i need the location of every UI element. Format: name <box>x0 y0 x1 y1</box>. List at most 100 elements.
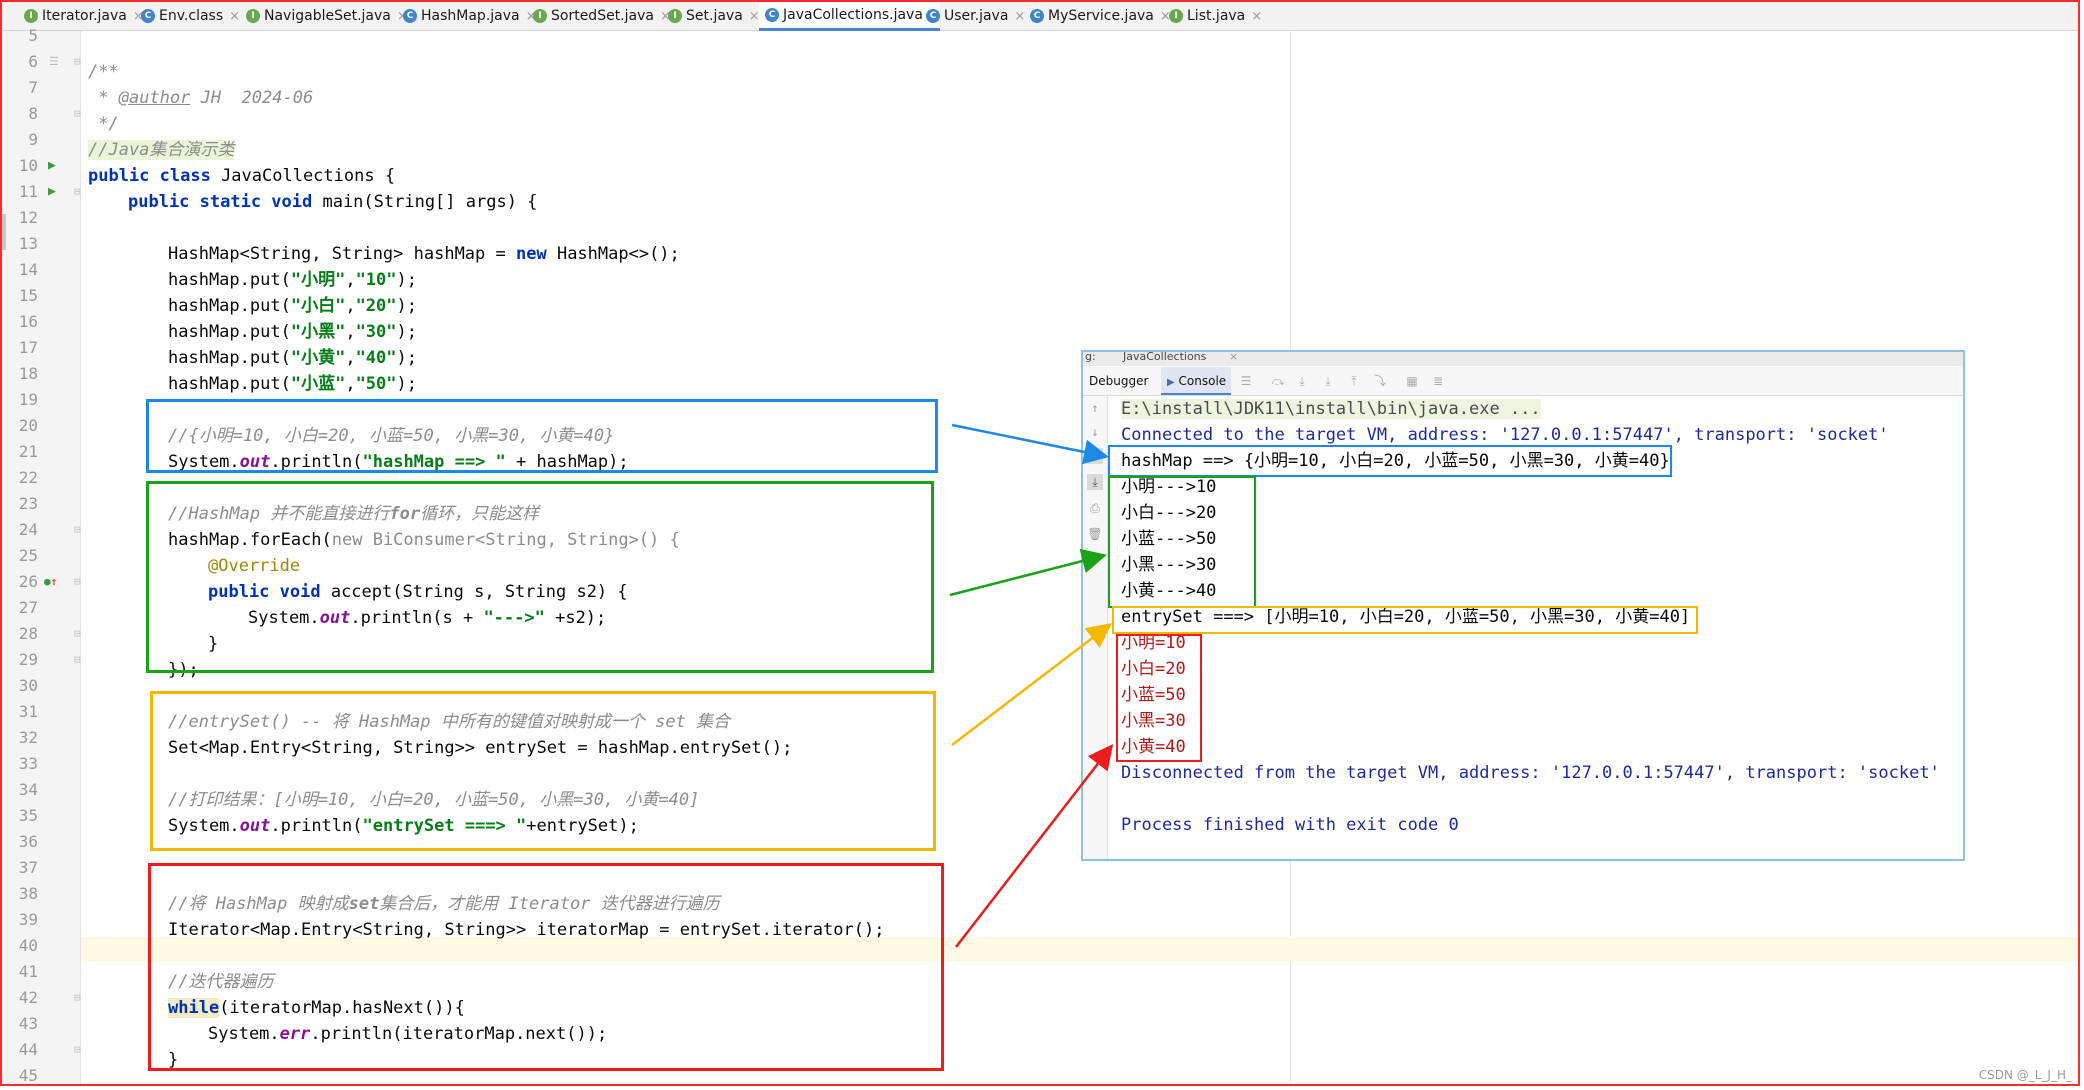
line-number: 31 <box>18 702 38 721</box>
code-text: , <box>345 322 356 342</box>
string-literal: "小黄" <box>290 348 346 368</box>
tab-label: SortedSet.java <box>551 8 654 24</box>
tab-label: Iterator.java <box>42 8 127 24</box>
fold-icon[interactable]: ⊟ <box>74 49 81 75</box>
print-icon[interactable]: ⎙ <box>1087 500 1103 516</box>
yellow-output-box <box>1112 606 1698 634</box>
evaluate-icon[interactable]: ▦ <box>1405 374 1419 388</box>
line-number: 9 <box>28 130 38 149</box>
code-line[interactable]: HashMap<String, String> hashMap = new Ha… <box>168 241 680 267</box>
up-arrow-icon[interactable]: ↑ <box>1087 400 1103 416</box>
line-number: 26 <box>18 572 38 591</box>
code-line[interactable]: //Java集合演示类 <box>88 137 235 163</box>
step-into-icon[interactable]: ⤓ <box>1295 374 1309 388</box>
code-line[interactable]: public class JavaCollections { <box>88 163 395 189</box>
code-text: hashMap.put( <box>168 322 291 342</box>
tab-console-label: Console <box>1178 374 1227 388</box>
line-number: 21 <box>18 442 38 461</box>
tab-navigableset-java[interactable]: INavigableSet.java× <box>240 2 408 30</box>
interface-icon: I <box>668 9 682 23</box>
line-number: 19 <box>18 390 38 409</box>
tab-set-java[interactable]: I Set.java × <box>662 2 760 30</box>
line-number: 27 <box>18 598 38 617</box>
code-line[interactable]: /** <box>88 59 119 85</box>
debug-tabs: Debugger ▶ Console ☰ ⤼ ⤓ ⤓ ⤒ ⤵ ▦ ≣ <box>1083 367 1963 396</box>
run-class-icon[interactable]: ▶ <box>48 153 56 179</box>
tab-debugger[interactable]: Debugger <box>1089 367 1149 395</box>
close-icon[interactable]: × <box>1251 9 1262 24</box>
code-line[interactable]: public static void main(String[] args) { <box>128 189 537 215</box>
run-command: E:\install\JDK11\install\bin\java.exe ..… <box>1121 399 1541 419</box>
code-line[interactable]: hashMap.put("小白","20"); <box>168 293 417 319</box>
code-line[interactable]: hashMap.put("小黑","30"); <box>168 319 417 345</box>
string-literal: "小黑" <box>290 322 346 342</box>
line-number: 43 <box>18 1014 38 1033</box>
string-literal: "50" <box>355 374 397 394</box>
line-number: 14 <box>18 260 38 279</box>
editor-tab-bar: I Iterator.java × C Env.class × I NavigableSet.… <box>2 2 2080 31</box>
blue-output-box <box>1108 445 1672 477</box>
fold-icon[interactable]: ⊟ <box>74 101 81 127</box>
tab-sortedset-java[interactable]: I SortedSet.java × <box>527 2 671 30</box>
code-text: ); <box>396 374 417 394</box>
line-number: 38 <box>18 884 38 903</box>
line-number: 23 <box>18 494 38 513</box>
doc-comment: JH 2024-06 <box>190 88 314 108</box>
code-text: ); <box>396 348 417 368</box>
author-tag: @author <box>118 88 191 108</box>
tab-console[interactable]: ▶ Console <box>1161 367 1231 395</box>
code-line[interactable]: * @author JH 2024-06 <box>88 85 313 111</box>
step-over-icon[interactable]: ⤼ <box>1271 374 1285 388</box>
tab-list-java[interactable]: I List.java × <box>1163 2 1262 30</box>
code-line[interactable]: hashMap.put("小明","10"); <box>168 267 417 293</box>
fold-icon[interactable]: ⊟ <box>74 985 81 1011</box>
soft-wrap-icon[interactable]: ⏎ <box>1087 448 1103 464</box>
force-step-into-icon[interactable]: ⤓ <box>1321 374 1335 388</box>
line-number: 44 <box>18 1040 38 1059</box>
line-number: 8 <box>28 104 38 123</box>
string-literal: "小蓝" <box>290 374 346 394</box>
code-text: hashMap.put( <box>168 374 291 394</box>
menu-icon[interactable]: ☰ <box>1239 374 1253 388</box>
run-main-icon[interactable]: ▶ <box>48 179 56 205</box>
method-declaration: main(String[] args) { <box>312 192 538 212</box>
down-arrow-icon[interactable]: ↓ <box>1087 424 1103 440</box>
tab-user-java[interactable]: C User.java × <box>920 2 1025 30</box>
yellow-highlight-box <box>150 691 936 851</box>
line-number: 42 <box>18 988 38 1007</box>
tab-myservice-java[interactable]: C MyService.java × <box>1024 2 1171 30</box>
close-icon[interactable]: × <box>229 9 240 24</box>
fold-icon[interactable]: ⊟ <box>74 621 81 647</box>
fold-icon[interactable]: ⊟ <box>74 1037 81 1063</box>
line-number: 13 <box>18 234 38 253</box>
fold-icon[interactable]: ☰ <box>49 49 59 75</box>
code-text: hashMap.put( <box>168 296 291 316</box>
fold-icon[interactable]: ⊟ <box>74 179 81 205</box>
code-line[interactable]: hashMap.put("小黄","40"); <box>168 345 417 371</box>
code-line[interactable]: hashMap.put("小蓝","50"); <box>168 371 417 397</box>
tab-hashmap-java[interactable]: C HashMap.java × <box>397 2 537 30</box>
trace-icon[interactable]: ≣ <box>1431 374 1445 388</box>
step-out-icon[interactable]: ⤒ <box>1347 374 1361 388</box>
run-to-cursor-icon[interactable]: ⤵ <box>1373 374 1387 388</box>
fold-icon[interactable]: ⊟ <box>74 569 81 595</box>
tab-env-class[interactable]: C Env.class × <box>135 2 240 30</box>
override-icon[interactable]: ●↑ <box>44 569 57 595</box>
class-icon: C <box>926 9 940 23</box>
fold-icon[interactable]: ⊟ <box>74 517 81 543</box>
code-text: ); <box>396 322 417 342</box>
line-number: 29 <box>18 650 38 669</box>
debug-session-tab[interactable]: JavaCollections <box>1123 352 1206 362</box>
string-literal: "小明" <box>290 270 346 290</box>
code-text: HashMap<String, String> hashMap = <box>168 244 516 264</box>
fold-icon[interactable]: ⊟ <box>74 647 81 673</box>
class-declaration: JavaCollections { <box>210 166 396 186</box>
close-icon[interactable]: × <box>1229 352 1238 362</box>
console-icon: ▶ <box>1167 377 1175 388</box>
tab-label: JavaCollections.java <box>783 7 923 23</box>
trash-icon[interactable]: 🗑 <box>1087 526 1103 542</box>
scroll-to-end-icon[interactable]: ⤓ <box>1087 474 1103 490</box>
tab-javacollections-java[interactable]: CJavaCollections.java× <box>759 2 940 31</box>
line-number: 12 <box>18 208 38 227</box>
code-line[interactable]: */ <box>88 111 118 137</box>
